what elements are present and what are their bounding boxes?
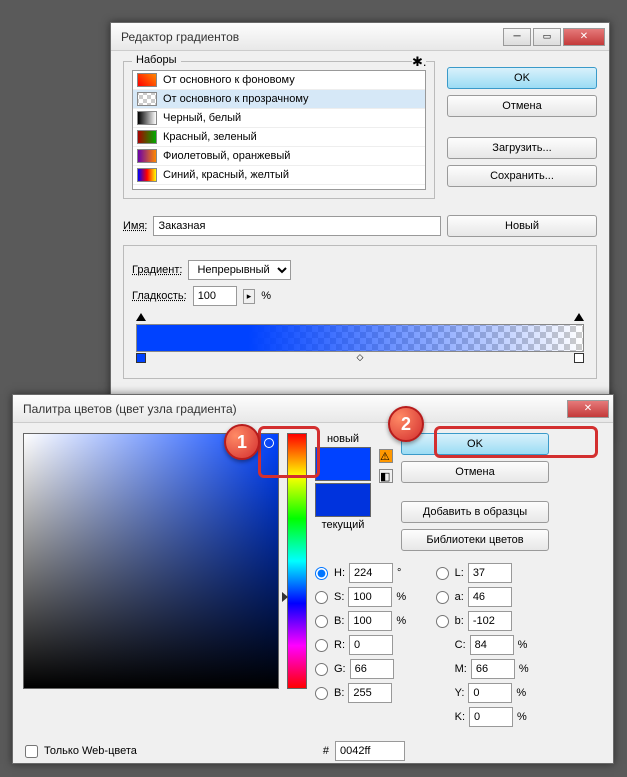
hue-cursor[interactable]: [282, 592, 288, 602]
preset-swatch: [137, 73, 157, 87]
s-input[interactable]: [348, 587, 392, 607]
add-swatch-button[interactable]: Добавить в образцы: [401, 501, 549, 523]
radio-b[interactable]: [315, 615, 328, 628]
minimize-button[interactable]: [503, 28, 531, 46]
preset-label: Фиолетовый, оранжевый: [163, 150, 290, 162]
smoothness-input[interactable]: [193, 286, 237, 306]
c-input[interactable]: [470, 635, 514, 655]
smoothness-label: Гладкость:: [132, 290, 187, 302]
lab-b-input[interactable]: [468, 611, 512, 631]
libraries-button[interactable]: Библиотеки цветов: [401, 529, 549, 551]
radio-s[interactable]: [315, 591, 328, 604]
preset-label: Синий, красный, желтый: [163, 169, 289, 181]
radio-lab-b[interactable]: [436, 615, 449, 628]
name-input[interactable]: [153, 216, 441, 236]
a-input[interactable]: [468, 587, 512, 607]
preset-item[interactable]: Черный, белый: [133, 109, 425, 128]
preset-item[interactable]: Фиолетовый, оранжевый: [133, 147, 425, 166]
cube-icon[interactable]: ◧: [379, 469, 393, 483]
hex-label: #: [323, 745, 329, 757]
save-button[interactable]: Сохранить...: [447, 165, 597, 187]
ok-button[interactable]: OK: [447, 67, 597, 89]
preset-swatch: [137, 149, 157, 163]
preset-item[interactable]: Синий, красный, желтый: [133, 166, 425, 185]
gear-icon[interactable]: ✱.: [412, 54, 426, 68]
warning-icon[interactable]: ⚠: [379, 449, 393, 463]
preset-item[interactable]: От основного к фоновому: [133, 71, 425, 90]
color-stop-right[interactable]: [574, 353, 584, 363]
gradient-editor-titlebar[interactable]: Редактор градиентов: [111, 23, 609, 51]
k-input[interactable]: [469, 707, 513, 727]
opacity-stop-left[interactable]: [136, 313, 146, 321]
radio-bc[interactable]: [315, 687, 328, 700]
opacity-stop-right[interactable]: [574, 313, 584, 321]
dropdown-icon[interactable]: ▸: [243, 289, 256, 304]
preset-label: От основного к фоновому: [163, 74, 295, 86]
new-color-swatch: [315, 447, 371, 481]
gradient-bar[interactable]: ◇: [136, 324, 584, 352]
color-picker-titlebar[interactable]: Палитра цветов (цвет узла градиента): [13, 395, 613, 423]
l-input[interactable]: [468, 563, 512, 583]
radio-r[interactable]: [315, 639, 328, 652]
close-button[interactable]: [563, 28, 605, 46]
cancel-button[interactable]: Отмена: [447, 95, 597, 117]
gradient-type-select[interactable]: Непрерывный: [188, 260, 291, 280]
callout-box-2: [434, 426, 598, 458]
preset-swatch: [137, 168, 157, 182]
y-input[interactable]: [468, 683, 512, 703]
name-label: Имя:: [123, 220, 147, 232]
preset-swatch: [137, 92, 157, 106]
hex-input[interactable]: [335, 741, 405, 761]
radio-g[interactable]: [315, 663, 328, 676]
callout-box-1: [258, 426, 320, 478]
maximize-button[interactable]: [533, 28, 561, 46]
preset-list[interactable]: От основного к фоновому От основного к пр…: [132, 70, 426, 190]
window-title: Редактор градиентов: [115, 30, 503, 44]
radio-a[interactable]: [436, 591, 449, 604]
gradient-settings: Градиент: Непрерывный Гладкость: ▸ % ◇: [123, 245, 597, 379]
smoothness-unit: %: [261, 290, 271, 302]
gradient-type-label: Градиент:: [132, 264, 182, 276]
bc-input[interactable]: [348, 683, 392, 703]
load-button[interactable]: Загрузить...: [447, 137, 597, 159]
h-input[interactable]: [349, 563, 393, 583]
callout-1: 1: [224, 424, 260, 460]
preset-swatch: [137, 111, 157, 125]
new-color-label: новый: [327, 433, 359, 445]
color-field[interactable]: [23, 433, 279, 689]
web-only-checkbox[interactable]: [25, 745, 38, 758]
r-input[interactable]: [349, 635, 393, 655]
callout-2: 2: [388, 406, 424, 442]
color-stop-left[interactable]: [136, 353, 146, 363]
preset-label: Красный, зеленый: [163, 131, 257, 143]
radio-l[interactable]: [436, 567, 449, 580]
midpoint-icon[interactable]: ◇: [357, 352, 364, 363]
gradient-editor-window: Редактор градиентов Наборы ✱. От основно…: [110, 22, 610, 442]
preset-item[interactable]: От основного к прозрачному: [133, 90, 425, 109]
web-only-label: Только Web-цвета: [44, 745, 137, 757]
current-color-label: текущий: [322, 519, 365, 531]
m-input[interactable]: [471, 659, 515, 679]
radio-h[interactable]: [315, 567, 328, 580]
preset-label: Черный, белый: [163, 112, 241, 124]
g-input[interactable]: [350, 659, 394, 679]
current-color-swatch: [315, 483, 371, 517]
cp-cancel-button[interactable]: Отмена: [401, 461, 549, 483]
preset-swatch: [137, 130, 157, 144]
new-button[interactable]: Новый: [447, 215, 597, 237]
preset-label: От основного к прозрачному: [163, 93, 309, 105]
presets-label: Наборы: [132, 54, 181, 66]
preset-item[interactable]: Красный, зеленый: [133, 128, 425, 147]
bv-input[interactable]: [348, 611, 392, 631]
close-button[interactable]: [567, 400, 609, 418]
color-picker-title: Палитра цветов (цвет узла градиента): [17, 402, 567, 416]
presets-fieldset: Наборы ✱. От основного к фоновомуОт осно…: [123, 61, 435, 199]
